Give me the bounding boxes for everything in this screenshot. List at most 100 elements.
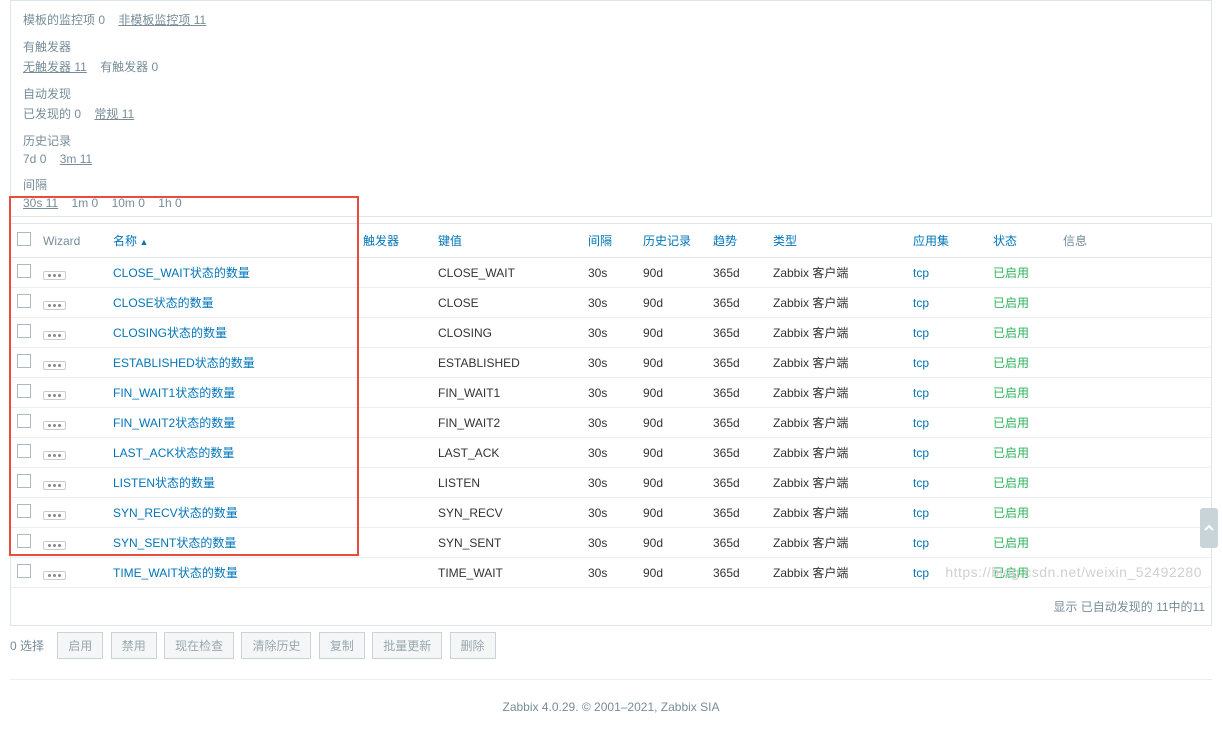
discovered-link[interactable]: 已发现的 0 — [23, 107, 81, 121]
massupdate-button[interactable]: 批量更新 — [372, 632, 442, 659]
normal-link[interactable]: 常规 11 — [94, 107, 134, 121]
no-trigger-link[interactable]: 无触发器 11 — [23, 60, 87, 74]
interval-1h-link[interactable]: 1h 0 — [158, 196, 181, 210]
status-toggle[interactable]: 已启用 — [993, 266, 1029, 280]
status-toggle[interactable]: 已启用 — [993, 476, 1029, 490]
col-status[interactable]: 状态 — [987, 224, 1057, 258]
item-name-link[interactable]: CLOSE状态的数量 — [113, 296, 214, 310]
app-link[interactable]: tcp — [913, 506, 929, 520]
cell-type: Zabbix 客户端 — [767, 408, 907, 438]
row-checkbox[interactable] — [17, 384, 31, 398]
col-name[interactable]: 名称 — [107, 224, 357, 258]
app-link[interactable]: tcp — [913, 476, 929, 490]
item-name-link[interactable]: ESTABLISHED状态的数量 — [113, 356, 255, 370]
item-name-link[interactable]: FIN_WAIT1状态的数量 — [113, 386, 235, 400]
status-toggle[interactable]: 已启用 — [993, 326, 1029, 340]
row-checkbox[interactable] — [17, 264, 31, 278]
row-checkbox[interactable] — [17, 534, 31, 548]
items-table: Wizard 名称 触发器 键值 间隔 历史记录 趋势 类型 应用集 状态 信息… — [11, 224, 1211, 588]
wizard-menu-button[interactable] — [43, 511, 66, 520]
wizard-menu-button[interactable] — [43, 451, 66, 460]
row-checkbox[interactable] — [17, 474, 31, 488]
status-toggle[interactable]: 已启用 — [993, 446, 1029, 460]
app-link[interactable]: tcp — [913, 356, 929, 370]
app-link[interactable]: tcp — [913, 386, 929, 400]
wizard-menu-button[interactable] — [43, 301, 66, 310]
col-trigger[interactable]: 触发器 — [357, 224, 432, 258]
action-bar: 0 选择 启用 禁用 现在检查 清除历史 复制 批量更新 删除 — [10, 626, 1212, 679]
row-checkbox[interactable] — [17, 414, 31, 428]
cell-key: SYN_RECV — [432, 498, 582, 528]
select-all-checkbox[interactable] — [17, 232, 31, 246]
cell-info — [1057, 468, 1211, 498]
item-name-link[interactable]: TIME_WAIT状态的数量 — [113, 566, 238, 580]
filter-template: 模板的监控项 0 非模板监控项 11 — [23, 11, 1199, 28]
filter-interval: 间隔 30s 11 1m 0 10m 0 1h 0 — [23, 176, 1199, 210]
item-name-link[interactable]: FIN_WAIT2状态的数量 — [113, 416, 235, 430]
wizard-menu-button[interactable] — [43, 571, 66, 580]
row-checkbox[interactable] — [17, 444, 31, 458]
template-items-link[interactable]: 模板的监控项 0 — [23, 13, 105, 27]
clearhistory-button[interactable]: 清除历史 — [241, 632, 311, 659]
item-name-link[interactable]: CLOSING状态的数量 — [113, 326, 227, 340]
wizard-menu-button[interactable] — [43, 331, 66, 340]
status-toggle[interactable]: 已启用 — [993, 566, 1029, 580]
scroll-top-button[interactable] — [1200, 508, 1218, 548]
col-trend[interactable]: 趋势 — [707, 224, 767, 258]
interval-30s-link[interactable]: 30s 11 — [23, 196, 58, 210]
app-link[interactable]: tcp — [913, 536, 929, 550]
cell-interval: 30s — [582, 348, 637, 378]
table-row: TIME_WAIT状态的数量TIME_WAIT30s90d365dZabbix … — [11, 558, 1211, 588]
row-checkbox[interactable] — [17, 324, 31, 338]
col-key[interactable]: 键值 — [432, 224, 582, 258]
row-checkbox[interactable] — [17, 504, 31, 518]
app-link[interactable]: tcp — [913, 446, 929, 460]
wizard-menu-button[interactable] — [43, 391, 66, 400]
delete-button[interactable]: 删除 — [450, 632, 496, 659]
status-toggle[interactable]: 已启用 — [993, 506, 1029, 520]
col-interval[interactable]: 间隔 — [582, 224, 637, 258]
item-name-link[interactable]: LISTEN状态的数量 — [113, 476, 215, 490]
status-toggle[interactable]: 已启用 — [993, 536, 1029, 550]
cell-history: 90d — [637, 378, 707, 408]
col-history[interactable]: 历史记录 — [637, 224, 707, 258]
wizard-menu-button[interactable] — [43, 541, 66, 550]
copy-button[interactable]: 复制 — [319, 632, 365, 659]
cell-trigger — [357, 318, 432, 348]
col-type[interactable]: 类型 — [767, 224, 907, 258]
app-link[interactable]: tcp — [913, 296, 929, 310]
enable-button[interactable]: 启用 — [57, 632, 103, 659]
non-template-items-link[interactable]: 非模板监控项 11 — [118, 13, 206, 27]
row-checkbox[interactable] — [17, 354, 31, 368]
row-checkbox[interactable] — [17, 294, 31, 308]
item-name-link[interactable]: CLOSE_WAIT状态的数量 — [113, 266, 250, 280]
history-7d-link[interactable]: 7d 0 — [23, 152, 46, 166]
wizard-menu-button[interactable] — [43, 271, 66, 280]
cell-type: Zabbix 客户端 — [767, 318, 907, 348]
status-toggle[interactable]: 已启用 — [993, 356, 1029, 370]
item-name-link[interactable]: SYN_SENT状态的数量 — [113, 536, 236, 550]
item-name-link[interactable]: LAST_ACK状态的数量 — [113, 446, 234, 460]
item-name-link[interactable]: SYN_RECV状态的数量 — [113, 506, 238, 520]
has-trigger-link[interactable]: 有触发器 0 — [100, 60, 158, 74]
wizard-menu-button[interactable] — [43, 421, 66, 430]
interval-10m-link[interactable]: 10m 0 — [112, 196, 145, 210]
cell-interval: 30s — [582, 408, 637, 438]
wizard-menu-button[interactable] — [43, 481, 66, 490]
history-3m-link[interactable]: 3m 11 — [60, 152, 92, 166]
status-toggle[interactable]: 已启用 — [993, 296, 1029, 310]
status-toggle[interactable]: 已启用 — [993, 386, 1029, 400]
app-link[interactable]: tcp — [913, 416, 929, 430]
status-toggle[interactable]: 已启用 — [993, 416, 1029, 430]
disable-button[interactable]: 禁用 — [111, 632, 157, 659]
table-row: LAST_ACK状态的数量LAST_ACK30s90d365dZabbix 客户… — [11, 438, 1211, 468]
filter-history-label: 历史记录 — [23, 132, 1199, 149]
row-checkbox[interactable] — [17, 564, 31, 578]
cell-interval: 30s — [582, 498, 637, 528]
interval-1m-link[interactable]: 1m 0 — [72, 196, 99, 210]
app-link[interactable]: tcp — [913, 266, 929, 280]
app-link[interactable]: tcp — [913, 326, 929, 340]
wizard-menu-button[interactable] — [43, 361, 66, 370]
app-link[interactable]: tcp — [913, 566, 929, 580]
checknow-button[interactable]: 现在检查 — [164, 632, 234, 659]
